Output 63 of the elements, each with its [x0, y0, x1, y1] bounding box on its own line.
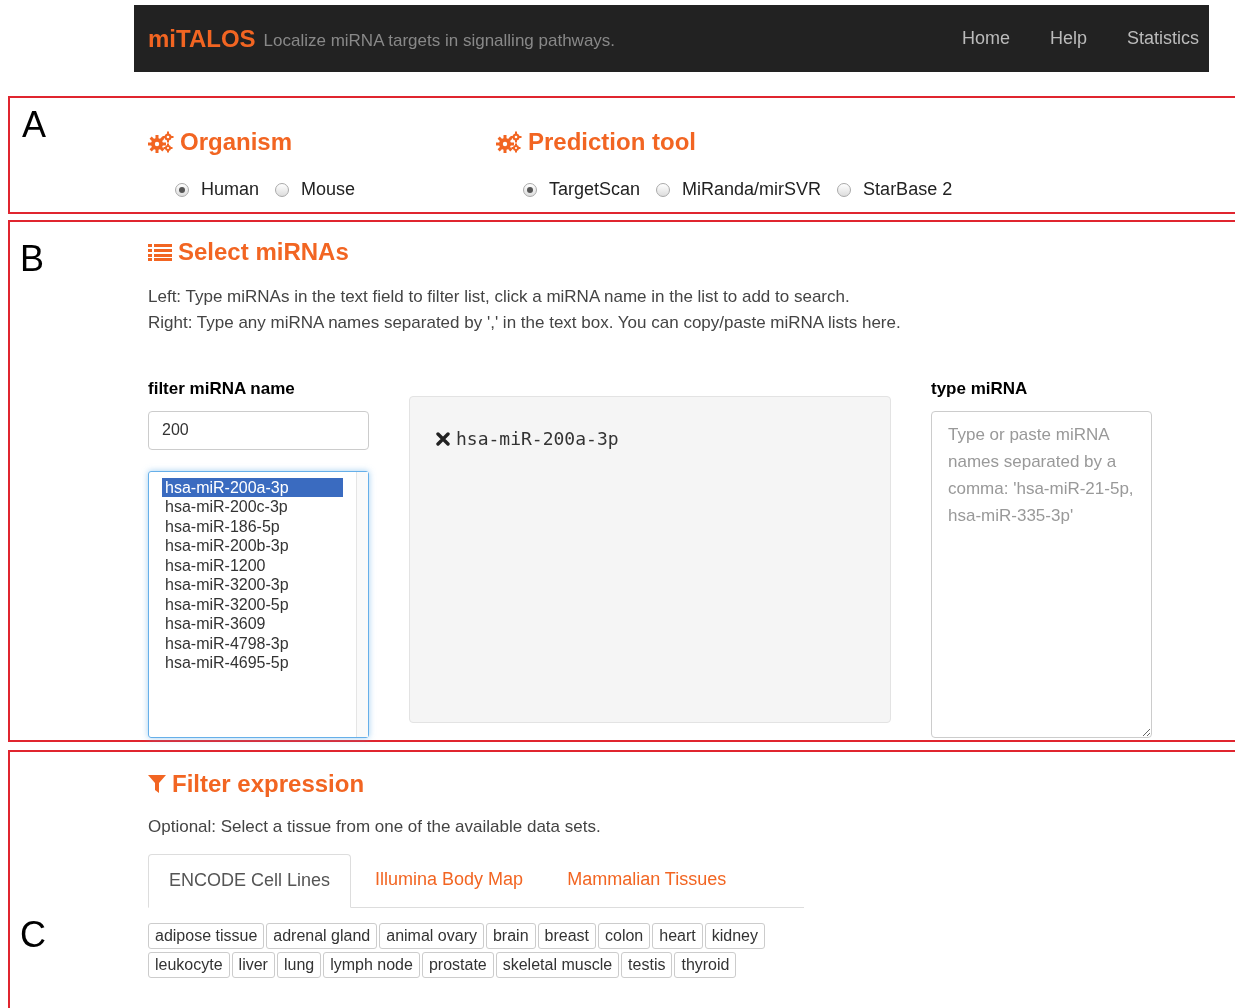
- section-heading: Prediction tool: [528, 127, 696, 157]
- section-heading: Organism: [180, 127, 293, 157]
- tissue-button[interactable]: breast: [537, 922, 596, 949]
- tissue-button[interactable]: lung: [276, 951, 322, 978]
- tissue-button[interactable]: brain: [485, 922, 536, 949]
- instruction-text: Right: Type any miRNA names separated by ',' in the text box. You can copy/paste miRNA lists here.: [148, 312, 902, 334]
- tissue-button[interactable]: colon: [598, 922, 651, 949]
- radio-label: MiRanda/mirSVR: [682, 178, 822, 201]
- tissue-button[interactable]: liver: [231, 951, 275, 978]
- tissue-button[interactable]: thyroid: [674, 951, 737, 978]
- tissue-button[interactable]: heart: [652, 922, 703, 949]
- field-label: type miRNA: [931, 378, 1029, 400]
- tissue-button[interactable]: skeletal muscle: [495, 951, 620, 978]
- selected-mirna: hsa-miR-200a-3p: [456, 427, 619, 451]
- nav-link[interactable]: Statistics: [1126, 25, 1199, 52]
- list-option[interactable]: hsa-miR-200b-3p: [162, 536, 343, 556]
- list-option[interactable]: hsa-miR-3200-3p: [162, 575, 343, 595]
- mirna-listbox[interactable]: hsa-miR-200a-3p hsa-miR-200c-3p hsa-miR-186-5p hsa-miR-200b-3p hsa-miR-1200 hsa-miR-3200-3p hsa-miR-3200-5p hsa-miR-3609 hsa-miR-4798-3p hsa-miR-4695-5p: [148, 470, 369, 738]
- list-option[interactable]: hsa-miR-3609: [162, 614, 343, 634]
- tissue-button[interactable]: adipose tissue: [148, 922, 265, 949]
- tagline: Localize miRNA targets in signalling pathways.: [263, 29, 616, 52]
- remove-icon[interactable]: [436, 431, 450, 446]
- tissue-button[interactable]: adrenal gland: [266, 922, 378, 949]
- list-icon: [148, 243, 172, 261]
- radio-button[interactable]: [275, 182, 290, 197]
- radio-label: Mouse: [301, 178, 356, 201]
- tab[interactable]: ENCODE Cell Lines: [148, 853, 352, 908]
- list-option[interactable]: hsa-miR-3200-5p: [162, 594, 343, 614]
- list-option[interactable]: hsa-miR-1200: [162, 555, 343, 575]
- radio-button[interactable]: [656, 182, 671, 197]
- tissue-button[interactable]: animal ovary: [379, 922, 484, 949]
- tissue-button[interactable]: lymph node: [323, 951, 420, 978]
- list-option[interactable]: hsa-miR-4798-3p: [162, 633, 343, 653]
- list-option[interactable]: hsa-miR-4695-5p: [162, 653, 343, 673]
- tissue-button[interactable]: leukocyte: [148, 951, 230, 978]
- panel-label: C: [20, 913, 46, 957]
- filter-input[interactable]: 200: [148, 410, 369, 450]
- nav-link[interactable]: Home: [961, 25, 1010, 52]
- section-heading: Select miRNAs: [178, 237, 349, 267]
- radio-label: StarBase 2: [863, 178, 953, 201]
- radio-button[interactable]: [523, 182, 537, 197]
- radio-button[interactable]: [175, 182, 189, 197]
- panel-label: B: [20, 237, 44, 281]
- list-option[interactable]: hsa-miR-200c-3p: [162, 497, 343, 517]
- section-heading: Filter expression: [172, 769, 365, 799]
- field-label: filter miRNA name: [148, 378, 296, 400]
- radio-label: Human: [201, 178, 260, 201]
- nav-link[interactable]: Help: [1049, 25, 1087, 52]
- list-option[interactable]: hsa-miR-200a-3p: [162, 477, 343, 497]
- filter-icon: [148, 774, 166, 794]
- panel-label: A: [22, 103, 46, 147]
- tissue-button[interactable]: kidney: [704, 922, 765, 949]
- radio-button[interactable]: [837, 182, 852, 197]
- tissue-button[interactable]: prostate: [421, 951, 494, 978]
- gears-icon: [148, 131, 174, 153]
- gears-icon: [496, 131, 522, 153]
- instruction-text: Left: Type miRNAs in the text field to filter list, click a miRNA name in the list to add to search.: [148, 286, 851, 308]
- radio-label: TargetScan: [549, 178, 641, 201]
- mirna-textarea[interactable]: Type or paste miRNA names separated by a comma: 'hsa-miR-21-5p, hsa-miR-335-3p': [931, 410, 1152, 738]
- tissue-button[interactable]: testis: [621, 951, 673, 978]
- list-option[interactable]: hsa-miR-186-5p: [162, 516, 343, 536]
- description-text: Optional: Select a tissue from one of the available data sets.: [148, 816, 602, 838]
- brand-logo[interactable]: miTALOS: [148, 20, 256, 57]
